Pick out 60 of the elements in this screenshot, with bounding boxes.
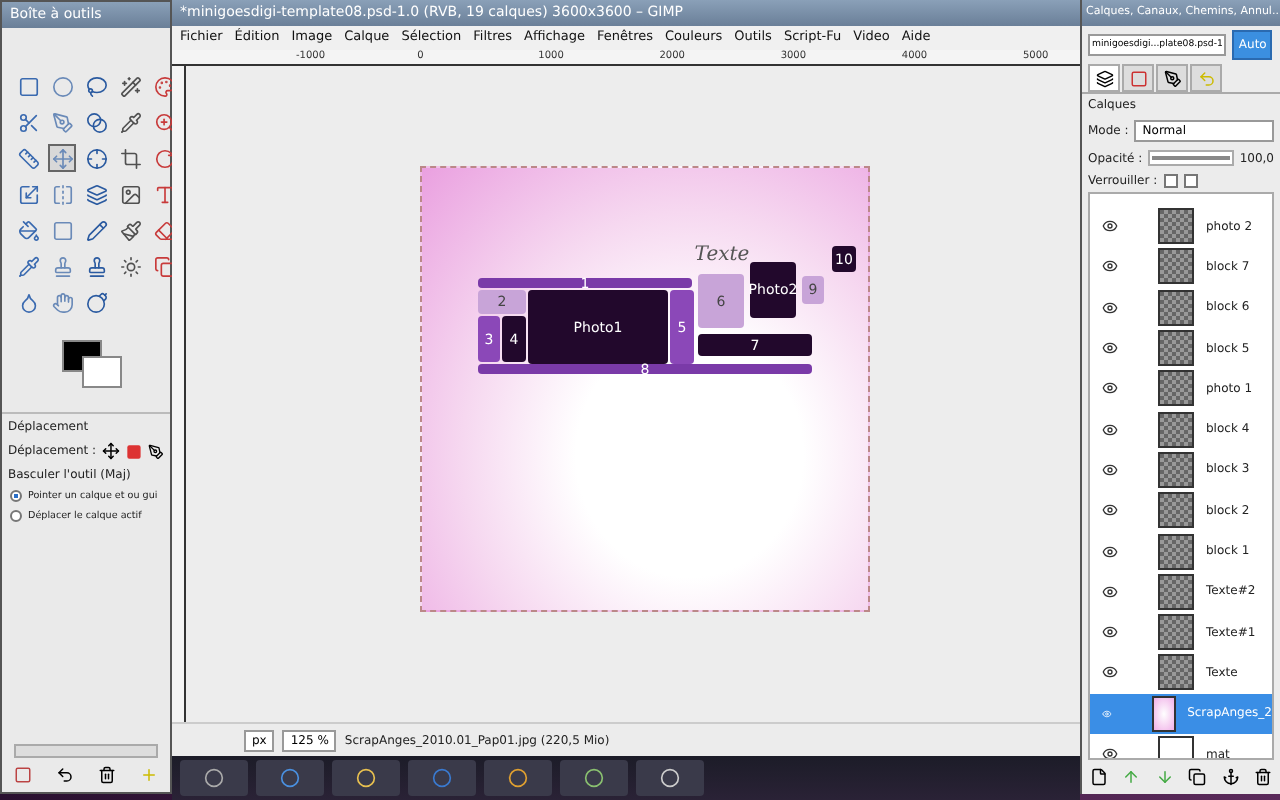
crop-icon[interactable] — [116, 144, 144, 172]
zoom-icon[interactable] — [150, 108, 178, 136]
lasso-icon[interactable] — [82, 72, 110, 100]
square-icon — [1129, 69, 1147, 87]
script-text: Texte — [692, 241, 752, 268]
taskbar-app-icon[interactable] — [180, 760, 248, 796]
layers-icon — [1095, 69, 1113, 87]
undo-icon — [1197, 69, 1215, 87]
radio-button[interactable] — [10, 510, 22, 522]
eye-icon[interactable] — [1102, 502, 1118, 519]
palette-icon[interactable] — [150, 72, 178, 100]
rectangle-select-icon[interactable] — [14, 72, 42, 100]
pen-icon — [1163, 69, 1181, 87]
new-layer-icon[interactable] — [1089, 768, 1108, 786]
eye-icon[interactable] — [1102, 258, 1118, 275]
bomb-icon[interactable] — [82, 288, 110, 316]
radio-button[interactable] — [10, 490, 22, 502]
eye-icon[interactable] — [1102, 218, 1118, 235]
scissors-icon[interactable] — [14, 108, 42, 136]
magic-wand-icon[interactable] — [116, 72, 144, 100]
taskbar-app-icon[interactable] — [332, 760, 400, 796]
eye-icon[interactable] — [1102, 299, 1118, 316]
duplicate-icon[interactable] — [1188, 768, 1207, 786]
ellipse-select-icon[interactable] — [48, 72, 76, 100]
taskbar-app-icon[interactable] — [560, 760, 628, 796]
eraser-icon[interactable] — [150, 216, 178, 244]
taskbar-app-icon[interactable] — [636, 760, 704, 796]
eye-icon[interactable] — [1102, 461, 1118, 478]
eye-icon[interactable] — [1102, 421, 1118, 438]
scale-icon[interactable] — [14, 180, 42, 208]
pipette-icon[interactable] — [116, 108, 144, 136]
pen-icon[interactable] — [48, 108, 76, 136]
eye-icon[interactable] — [1102, 624, 1118, 641]
image-icon[interactable] — [116, 180, 144, 208]
lock-checkbox[interactable] — [1163, 174, 1178, 188]
eye-icon[interactable] — [1102, 380, 1118, 397]
pencil-icon[interactable] — [82, 216, 110, 244]
eye-icon[interactable] — [1102, 543, 1118, 560]
anchor-icon[interactable] — [1221, 768, 1240, 786]
lock-checkbox[interactable] — [1183, 174, 1198, 188]
scrollbar[interactable] — [14, 744, 158, 758]
bucket-icon[interactable] — [14, 216, 42, 244]
taskbar-app-icon[interactable] — [256, 760, 324, 796]
tool-button[interactable] — [48, 144, 76, 172]
eye-icon[interactable] — [1102, 746, 1118, 758]
channels-tab[interactable] — [1122, 64, 1154, 92]
layers-tab[interactable] — [1088, 64, 1120, 92]
trash-icon[interactable] — [98, 766, 116, 784]
eye-icon[interactable] — [1102, 664, 1118, 681]
paths-tab[interactable] — [1156, 64, 1188, 92]
flip-icon[interactable] — [48, 180, 76, 208]
taskbar-app-icon[interactable] — [484, 760, 552, 796]
crosshair-icon[interactable] — [82, 144, 110, 172]
eye-icon[interactable] — [1102, 340, 1118, 357]
opacity-slider[interactable] — [1148, 150, 1234, 166]
eye-icon[interactable] — [1102, 583, 1118, 600]
trash-icon[interactable] — [1254, 768, 1273, 786]
sun-icon[interactable] — [116, 252, 144, 280]
ruler-icon[interactable] — [14, 144, 42, 172]
paintbrush-icon[interactable] — [116, 216, 144, 244]
